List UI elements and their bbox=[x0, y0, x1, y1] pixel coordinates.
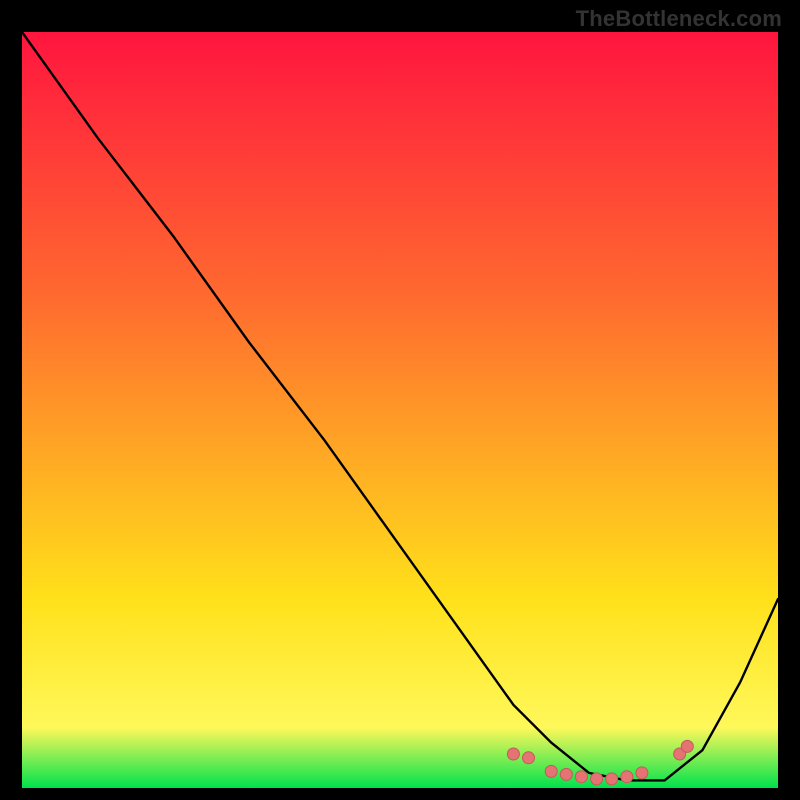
marker-dot bbox=[681, 740, 693, 752]
marker-dot bbox=[560, 768, 572, 780]
chart-svg bbox=[22, 32, 778, 788]
chart-frame: TheBottleneck.com bbox=[0, 0, 800, 800]
marker-dot bbox=[523, 752, 535, 764]
marker-dot bbox=[545, 765, 557, 777]
marker-dot bbox=[591, 773, 603, 785]
gradient-background bbox=[22, 32, 778, 788]
marker-dot bbox=[606, 773, 618, 785]
marker-dot bbox=[636, 767, 648, 779]
marker-dot bbox=[621, 771, 633, 783]
watermark-text: TheBottleneck.com bbox=[576, 6, 782, 32]
marker-dot bbox=[507, 748, 519, 760]
marker-dot bbox=[575, 771, 587, 783]
plot-area bbox=[22, 32, 778, 788]
